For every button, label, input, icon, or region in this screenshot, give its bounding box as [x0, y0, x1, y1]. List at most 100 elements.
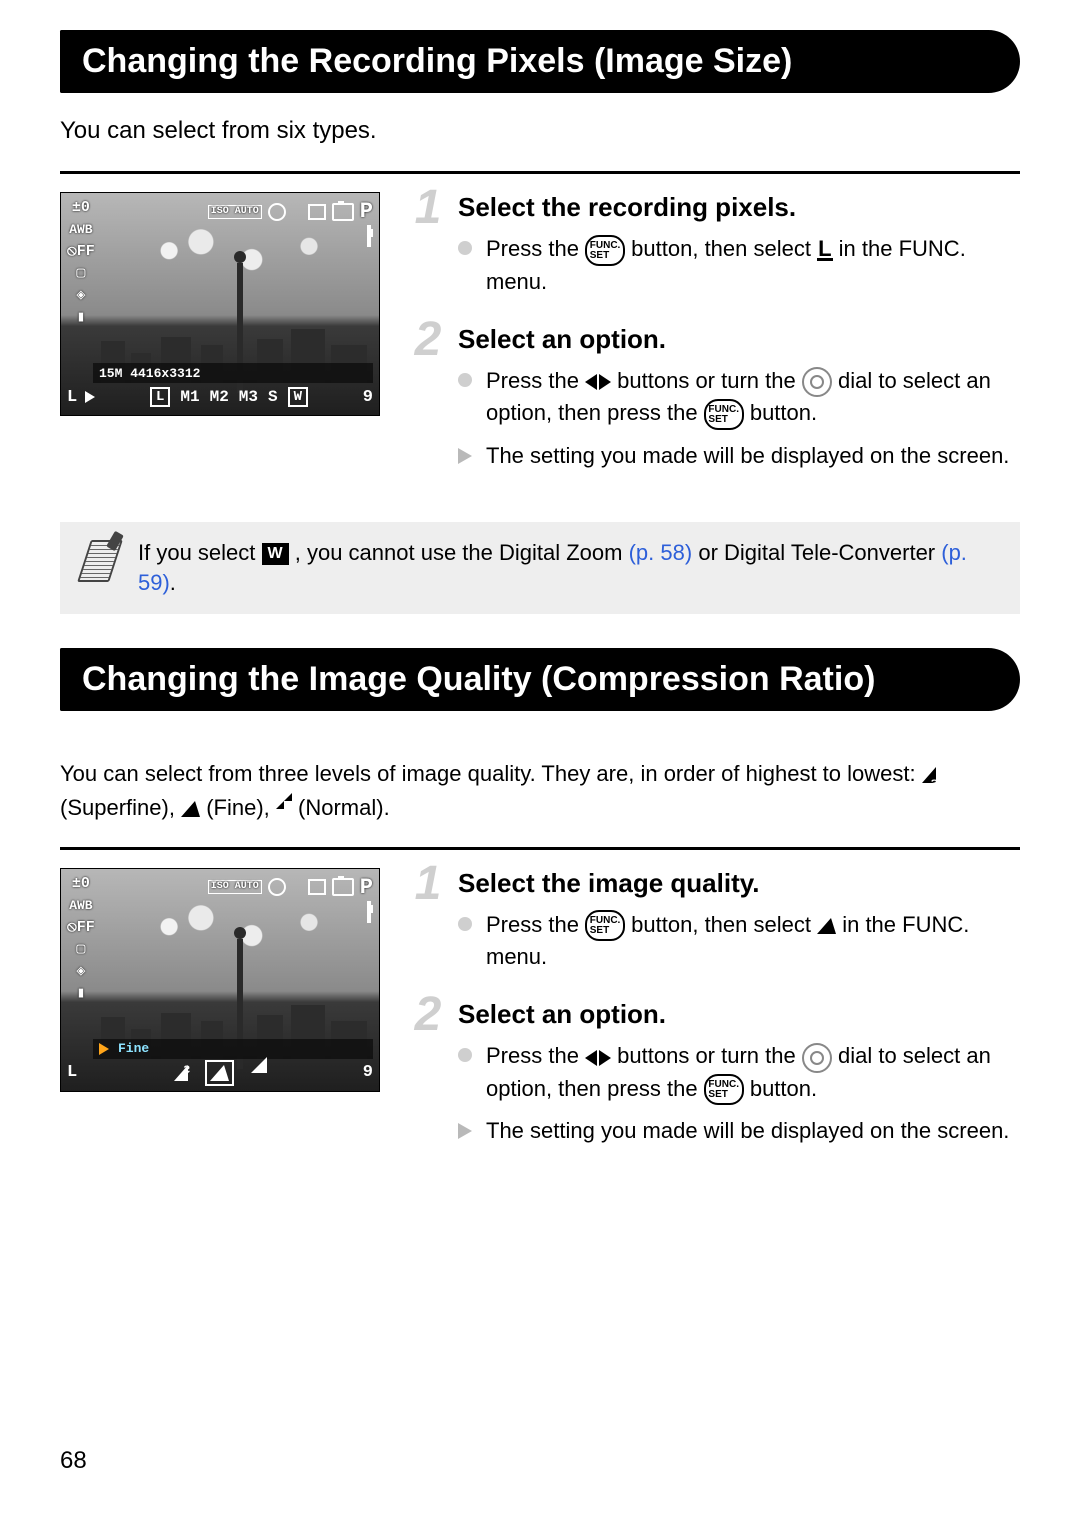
info-strip: Fine — [93, 1039, 373, 1059]
quality-text: Fine — [118, 1041, 149, 1056]
iso-indicator: ISO AUTO — [208, 205, 262, 219]
timer-icon — [268, 203, 286, 221]
section-heading: Changing the Image Quality (Compression … — [60, 648, 1020, 711]
step-2: 2 Select an option. Press the buttons or… — [410, 324, 1020, 482]
iso-indicator: ISO AUTO — [208, 880, 262, 894]
option-bar: L 9 — [67, 1061, 373, 1085]
superfine-icon — [922, 767, 936, 783]
divider — [60, 171, 1020, 174]
divider — [60, 847, 1020, 850]
camera-screen: ±0 AWB ⦸FF ▢ ◈ ▮ ISO AUTO P — [60, 868, 380, 1092]
timer-icon — [268, 878, 286, 896]
step-1: 1 Select the recording pixels. Press the… — [410, 192, 1020, 308]
step-result: The setting you made will be displayed o… — [458, 440, 1020, 472]
shots-remaining: 9 — [363, 388, 373, 407]
step-result: The setting you made will be displayed o… — [458, 1115, 1020, 1147]
section-heading: Changing the Recording Pixels (Image Siz… — [60, 30, 1020, 93]
meter-indicator: ◈ — [67, 963, 95, 981]
step-1: 1 Select the image quality. Press the FU… — [410, 868, 1020, 984]
result-icon — [458, 1123, 472, 1139]
size-options: L M1 M2 M3 S W — [150, 387, 308, 407]
flash-indicator: ⦸FF — [67, 243, 95, 261]
camera-icon — [332, 203, 354, 221]
cursor-icon — [99, 1043, 109, 1055]
control-dial-icon — [802, 367, 832, 397]
focus-indicator: ▮ — [67, 985, 95, 1003]
manual-page: Changing the Recording Pixels (Image Siz… — [0, 0, 1080, 1521]
result-icon — [458, 448, 472, 464]
step-number: 2 — [410, 995, 446, 1157]
ev-indicator: ±0 — [67, 199, 95, 217]
lcd-preview: ±0 AWB ⦸FF ▢ ◈ ▮ ISO AUTO P 15M — [60, 192, 380, 498]
camera-icon — [332, 878, 354, 896]
mode-indicator: P — [360, 875, 373, 900]
option-superfine — [174, 1065, 188, 1081]
ev-indicator: ±0 — [67, 875, 95, 893]
control-dial-icon — [802, 1043, 832, 1073]
option-normal — [251, 1057, 267, 1073]
page-number: 68 — [60, 1447, 87, 1475]
option-m3: M3 — [239, 388, 258, 406]
wide-size-icon: W — [262, 543, 289, 565]
mode-indicator: P — [360, 199, 373, 224]
note-text: If you select W , you cannot use the Dig… — [138, 538, 1002, 598]
section1-row: ±0 AWB ⦸FF ▢ ◈ ▮ ISO AUTO P 15M — [60, 192, 1020, 498]
wb-indicator: AWB — [67, 221, 95, 239]
option-l: L — [150, 387, 170, 407]
focus-indicator: ▮ — [67, 309, 95, 327]
info-strip: 15M 4416x3312 — [93, 363, 373, 383]
section2-row: ±0 AWB ⦸FF ▢ ◈ ▮ ISO AUTO P — [60, 868, 1020, 1174]
size-large-icon: L — [67, 388, 77, 407]
func-set-icon: FUNC.SET — [704, 399, 744, 430]
section-intro: You can select from six types. — [60, 117, 1020, 145]
hud-top: ISO AUTO P — [208, 875, 373, 900]
option-fine — [210, 1065, 229, 1081]
step-bullet: Press the FUNC.SET button, then select L… — [458, 233, 1020, 298]
battery-icon — [367, 227, 371, 245]
normal-icon — [276, 793, 292, 809]
option-m1: M1 — [180, 388, 199, 406]
left-right-icon — [585, 1050, 611, 1066]
bullet-icon — [458, 373, 472, 387]
step-title: Select an option. — [458, 324, 1020, 355]
hud-left: ±0 AWB ⦸FF ▢ ◈ ▮ — [67, 199, 95, 327]
step-number: 2 — [410, 320, 446, 482]
step-title: Select an option. — [458, 999, 1020, 1030]
shots-remaining: 9 — [363, 1063, 373, 1082]
drive-indicator: ▢ — [67, 265, 95, 283]
camera-screen: ±0 AWB ⦸FF ▢ ◈ ▮ ISO AUTO P 15M — [60, 192, 380, 416]
func-set-icon: FUNC.SET — [585, 910, 625, 941]
wb-indicator: AWB — [67, 897, 95, 915]
flash-indicator: ⦸FF — [67, 919, 95, 937]
bullet-icon — [458, 241, 472, 255]
step-2: 2 Select an option. Press the buttons or… — [410, 999, 1020, 1157]
step-number: 1 — [410, 188, 446, 308]
step-title: Select the recording pixels. — [458, 192, 1020, 223]
left-right-icon — [585, 374, 611, 390]
step-bullet: Press the FUNC.SET button, then select i… — [458, 909, 1020, 974]
func-set-icon: FUNC.SET — [585, 235, 625, 266]
meter-indicator: ◈ — [67, 287, 95, 305]
hud-left: ±0 AWB ⦸FF ▢ ◈ ▮ — [67, 875, 95, 1003]
step-title: Select the image quality. — [458, 868, 1020, 899]
func-set-icon: FUNC.SET — [704, 1074, 744, 1105]
lcd-preview: ±0 AWB ⦸FF ▢ ◈ ▮ ISO AUTO P — [60, 868, 380, 1174]
option-m2: M2 — [210, 388, 229, 406]
tip-note: If you select W , you cannot use the Dig… — [60, 522, 1020, 614]
page-ref-link[interactable]: (p. 58) — [629, 540, 693, 565]
fine-icon — [181, 801, 200, 817]
aspect-icon — [308, 204, 326, 220]
step-bullet: Press the buttons or turn the dial to se… — [458, 1040, 1020, 1105]
bullet-icon — [458, 917, 472, 931]
drive-indicator: ▢ — [67, 941, 95, 959]
quality-options — [174, 1057, 267, 1089]
section-intro: You can select from three levels of imag… — [60, 757, 1020, 825]
large-size-icon: L — [817, 240, 832, 261]
option-bar: L L M1 M2 M3 S W 9 — [67, 385, 373, 409]
steps: 1 Select the recording pixels. Press the… — [410, 192, 1020, 498]
step-number: 1 — [410, 864, 446, 984]
option-w: W — [288, 387, 308, 407]
bullet-icon — [458, 1048, 472, 1062]
steps: 1 Select the image quality. Press the FU… — [410, 868, 1020, 1174]
cursor-icon — [85, 391, 95, 403]
